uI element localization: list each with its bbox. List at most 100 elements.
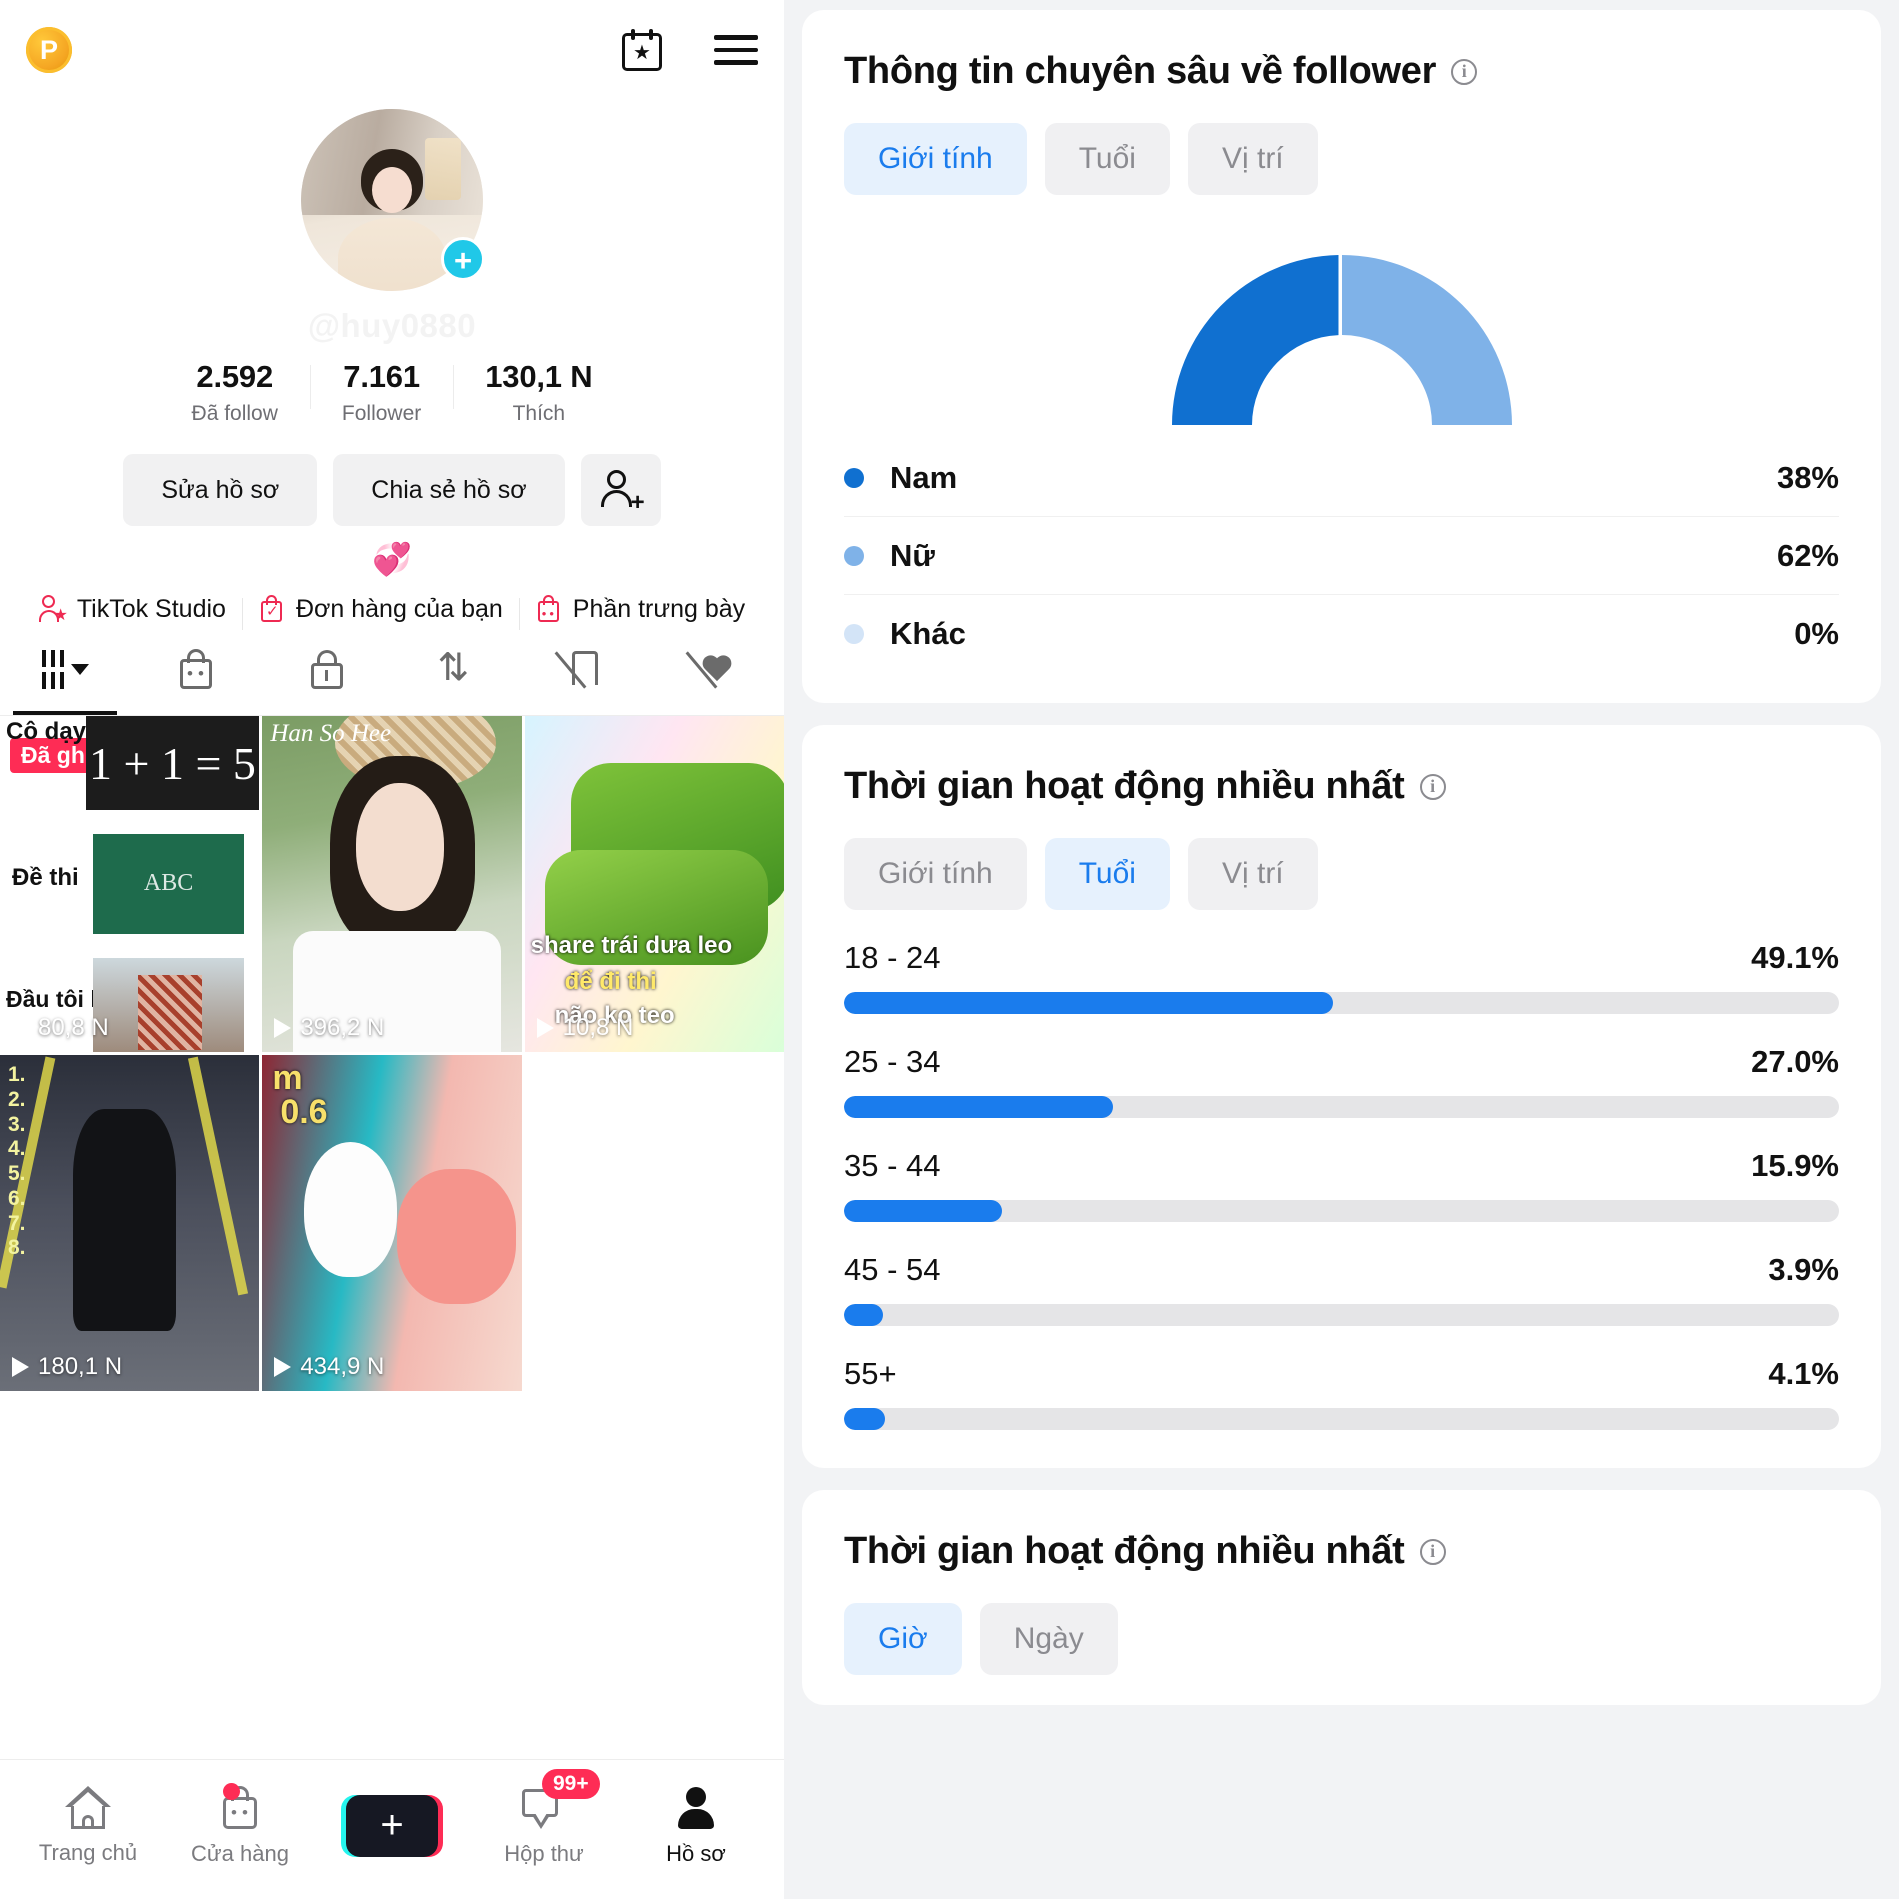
stat-label: Đã follow <box>191 402 278 425</box>
stat-likes[interactable]: 130,1 N Thích <box>453 359 624 426</box>
thumb-caption: 0.6 <box>280 1093 328 1131</box>
tab-liked-hidden[interactable] <box>653 623 784 715</box>
age-bar-chart: 18 - 24 49.1% 25 - 34 27.0% 35 - 44 15.9… <box>844 940 1839 1430</box>
info-icon[interactable]: i <box>1451 58 1478 85</box>
thumb-board-text: 1 + 1 = 5 <box>85 716 260 811</box>
repost-icon: ⇅ <box>437 647 470 689</box>
nav-home[interactable]: Trang chủ <box>13 1785 163 1866</box>
nav-inbox[interactable]: 99+ Hộp thư <box>469 1768 619 1867</box>
legend-row-male: Nam 38% <box>844 439 1839 517</box>
bar-value: 4.1% <box>1768 1356 1839 1391</box>
link-label: TikTok Studio <box>76 594 226 623</box>
inbox-icon: 99+ <box>520 1768 600 1831</box>
video-thumbnail[interactable]: Đã ghim Cô dạy 1 + 1 = 5 Đề thi ABC Đầu … <box>0 716 260 1052</box>
segment-gender[interactable]: Giới tính <box>844 123 1027 195</box>
stat-following[interactable]: 2.592 Đã follow <box>160 359 310 426</box>
edit-profile-button[interactable]: Sửa hồ sơ <box>123 454 318 526</box>
bar-label: 18 - 24 <box>844 940 941 975</box>
home-icon <box>65 1785 111 1830</box>
video-thumbnail[interactable]: 1. 2. 3. 4. 5. 6. 7. 8. 180,1 N <box>0 1055 260 1391</box>
bar-row: 55+ 4.1% <box>844 1356 1839 1430</box>
bar-fill <box>844 1200 1003 1222</box>
tag-off-icon <box>554 648 608 690</box>
avatar-wrapper[interactable]: + <box>301 109 485 291</box>
bar-track <box>844 1408 1839 1430</box>
tab-tagged-hidden[interactable] <box>523 623 654 715</box>
nav-profile[interactable]: Hồ sơ <box>621 1785 771 1867</box>
link-your-orders[interactable]: ✓ Đơn hàng của bạn <box>241 594 519 630</box>
link-showcase[interactable]: •• Phần trưng bày <box>518 594 761 630</box>
nav-create[interactable]: + <box>317 1794 467 1857</box>
gender-donut-chart <box>844 225 1839 425</box>
segment-age[interactable]: Tuổi <box>1044 123 1170 195</box>
view-count: 180,1 N <box>12 1353 122 1381</box>
stat-value: 130,1 N <box>485 359 593 394</box>
add-friend-button[interactable]: + <box>580 454 661 526</box>
play-icon <box>12 1357 29 1377</box>
coin-badge-icon[interactable]: P <box>26 27 72 73</box>
view-count: 10,8 N <box>536 1014 633 1042</box>
link-label: Đơn hàng của bạn <box>295 594 503 623</box>
bar-track <box>844 1304 1839 1326</box>
video-thumbnail[interactable]: Han So Hee 396,2 N <box>262 716 522 1052</box>
follower-segmented-control: Giới tính Tuổi Vị trí <box>844 123 1839 195</box>
bar-row: 18 - 24 49.1% <box>844 940 1839 1014</box>
profile-action-buttons: Sửa hồ sơ Chia sẻ hồ sơ + <box>0 454 784 526</box>
play-icon <box>274 1018 292 1038</box>
bar-track <box>844 992 1839 1014</box>
nav-label: Hộp thư <box>504 1840 584 1866</box>
donut-slice-male <box>1171 255 1338 425</box>
tiktok-profile-panel: P ★ + @huy0880 2.592 Đã follow 7.161 Fol… <box>0 0 784 1899</box>
legend-label: Nam <box>890 459 958 495</box>
unread-badge: 99+ <box>542 1768 600 1799</box>
bar-value: 49.1% <box>1751 940 1839 975</box>
bar-row: 35 - 44 15.9% <box>844 1148 1839 1222</box>
link-tiktok-studio[interactable]: ★ TikTok Studio <box>23 594 242 624</box>
info-icon[interactable]: i <box>1419 1538 1446 1565</box>
bar-row: 45 - 54 3.9% <box>844 1252 1839 1326</box>
profile-shortcut-links: ★ TikTok Studio ✓ Đơn hàng của bạn •• Ph… <box>0 594 784 630</box>
segment-day[interactable]: Ngày <box>979 1603 1118 1675</box>
card-title: Thông tin chuyên sâu về follower i <box>844 50 1839 93</box>
legend-value: 0% <box>1794 616 1839 651</box>
segment-location[interactable]: Vị trí <box>1187 123 1318 195</box>
time-segmented-control: Giờ Ngày <box>844 1603 1839 1675</box>
bar-label: 35 - 44 <box>844 1148 941 1183</box>
bar-track <box>844 1096 1839 1118</box>
bar-value: 27.0% <box>1751 1044 1839 1079</box>
legend-label: Nữ <box>890 537 935 573</box>
shop-bag-icon: •• <box>176 648 216 690</box>
bar-label: 45 - 54 <box>844 1252 941 1287</box>
nav-shop[interactable]: •• Cửa hàng <box>165 1782 315 1867</box>
info-icon[interactable]: i <box>1419 773 1446 800</box>
add-story-plus-icon[interactable]: + <box>441 237 485 281</box>
nav-label: Trang chủ <box>38 1839 138 1865</box>
grid-icon <box>41 649 64 689</box>
play-icon <box>536 1018 554 1038</box>
profile-content-tabs: •• ⇅ <box>0 624 784 716</box>
bar-value: 3.9% <box>1768 1252 1839 1287</box>
tab-videos-grid[interactable] <box>0 623 131 715</box>
share-profile-button[interactable]: Chia sẻ hồ sơ <box>333 454 565 526</box>
tab-private[interactable] <box>261 623 392 715</box>
video-thumbnail[interactable]: share trái dưa leo để đi thi não ko teo … <box>524 716 784 1052</box>
chevron-down-icon <box>70 663 89 675</box>
calendar-star-icon[interactable]: ★ <box>622 29 662 71</box>
tab-shop[interactable]: •• <box>131 623 262 715</box>
gender-semi-donut-svg <box>1171 255 1512 425</box>
hamburger-menu-icon[interactable] <box>714 35 758 65</box>
card-title-text: Thông tin chuyên sâu về follower <box>844 50 1437 92</box>
segment-gender[interactable]: Giới tính <box>844 838 1027 910</box>
tab-reposts[interactable]: ⇅ <box>392 623 523 715</box>
bar-fill <box>844 992 1333 1014</box>
stat-followers[interactable]: 7.161 Follower <box>309 359 453 426</box>
segment-age[interactable]: Tuổi <box>1044 838 1170 910</box>
topbar-actions: ★ <box>622 29 758 71</box>
segment-hour[interactable]: Giờ <box>844 1603 962 1675</box>
legend-row-other: Khác 0% <box>844 595 1839 673</box>
lock-icon <box>309 648 345 690</box>
segment-location[interactable]: Vị trí <box>1187 838 1318 910</box>
age-activity-card: Thời gian hoạt động nhiều nhất i Giới tí… <box>802 725 1881 1468</box>
play-icon <box>274 1357 292 1377</box>
video-thumbnail[interactable]: m 0.6 434,9 N <box>262 1055 522 1391</box>
